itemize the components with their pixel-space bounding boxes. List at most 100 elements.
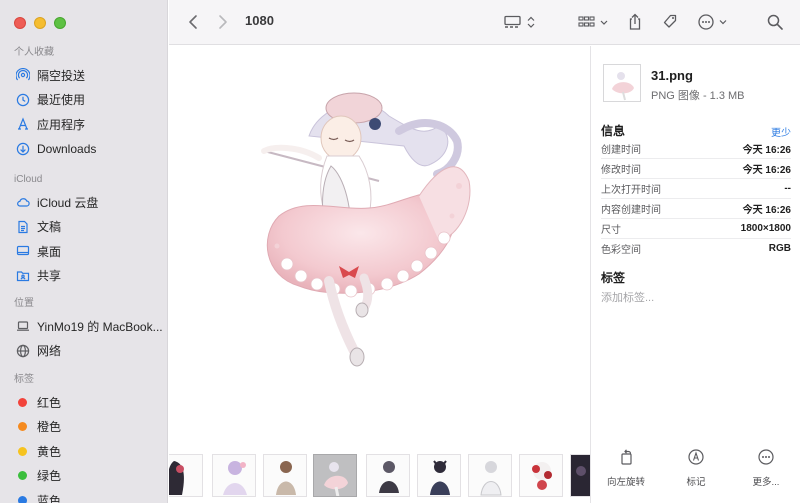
thumbnail-image <box>571 455 590 496</box>
finder-window: 个人收藏 隔空投送 最近使用 应用程序 Downloads iCloud iCl… <box>0 0 800 503</box>
image-preview[interactable] <box>169 46 590 453</box>
info-value: 今天 16:26 <box>742 164 791 176</box>
thumbnail-image <box>430 460 450 495</box>
sidebar-item-label: 蓝色 <box>37 493 62 503</box>
sidebar-item-label: 网络 <box>37 344 62 359</box>
markup-button[interactable]: 标记 <box>661 448 731 498</box>
rotate-left-button[interactable]: 向左旋转 <box>591 448 661 498</box>
show-less-link[interactable]: 更少 <box>771 124 791 139</box>
sidebar-item-label: 隔空投送 <box>37 68 86 83</box>
toolbar: 1080 <box>169 0 800 45</box>
thumbnail-image <box>169 461 184 495</box>
info-value: 今天 16:26 <box>742 144 791 156</box>
sidebar-item-label: 文稿 <box>37 220 62 235</box>
info-header: 信息 <box>601 124 626 138</box>
sidebar-tag-orange[interactable]: 橙色 <box>0 415 168 440</box>
quick-actions: 向左旋转 标记 更多... <box>591 448 800 498</box>
info-row-created: 创建时间 今天 16:26 <box>601 138 791 158</box>
sidebar-item-label: 绿色 <box>37 469 62 484</box>
sidebar-item-label: 橙色 <box>37 420 62 435</box>
sidebar-item-label: 最近使用 <box>37 93 86 108</box>
info-row-color-space: 色彩空间 RGB <box>601 238 791 258</box>
folder-title: 1080 <box>245 13 274 28</box>
sidebar-item-shared[interactable]: 共享 <box>0 264 168 289</box>
view-mode-button[interactable] <box>503 11 541 33</box>
action-label: 标记 <box>686 477 706 488</box>
back-button[interactable] <box>185 11 201 33</box>
share-button[interactable] <box>625 11 645 33</box>
shared-folder-icon <box>16 269 30 283</box>
search-icon <box>767 14 783 30</box>
sidebar-item-label: Downloads <box>37 141 97 156</box>
action-menu-button[interactable] <box>697 11 731 33</box>
info-row-content-created: 内容创建时间 今天 16:26 <box>601 198 791 218</box>
sidebar-item-label: 红色 <box>37 395 62 410</box>
zoom-window-button[interactable] <box>54 17 66 29</box>
thumbnail-image <box>532 462 552 490</box>
sidebar-item-network[interactable]: 网络 <box>0 339 168 364</box>
filmstrip-thumbnail[interactable] <box>212 454 256 497</box>
markup-icon <box>687 448 705 466</box>
sidebar-icloud: iCloud iCloud 云盘 文稿 桌面 共享 <box>0 170 168 288</box>
sidebar-locations: 位置 YinMo19 的 MacBook... 网络 <box>0 294 168 363</box>
sidebar-header-tags: 标签 <box>14 374 34 385</box>
thumbnail-image <box>480 461 502 496</box>
info-row-modified: 修改时间 今天 16:26 <box>601 158 791 178</box>
applications-icon <box>16 117 30 131</box>
sidebar-tag-green[interactable]: 绿色 <box>0 464 168 489</box>
sidebar-item-label: 应用程序 <box>37 117 86 132</box>
tag-green-dot-icon <box>18 471 27 481</box>
tag-blue-dot-icon <box>18 495 27 503</box>
cloud-icon <box>16 195 30 209</box>
sidebar-tags: 标签 红色 橙色 黄色 绿色 蓝色 <box>0 370 168 503</box>
info-key: 上次打开时间 <box>601 184 661 196</box>
ellipsis-circle-icon <box>698 14 727 30</box>
sidebar-item-applications[interactable]: 应用程序 <box>0 112 168 137</box>
sidebar-item-downloads[interactable]: Downloads <box>0 137 168 162</box>
minimize-window-button[interactable] <box>34 17 46 29</box>
sidebar-item-recents[interactable]: 最近使用 <box>0 88 168 113</box>
info-value: 今天 16:26 <box>742 204 791 216</box>
filmstrip-thumbnail[interactable] <box>263 454 307 497</box>
airdrop-icon <box>16 68 30 82</box>
sidebar: 个人收藏 隔空投送 最近使用 应用程序 Downloads iCloud iCl… <box>0 0 168 503</box>
filmstrip-thumbnail[interactable] <box>417 454 461 497</box>
group-button[interactable] <box>577 11 611 33</box>
sidebar-tag-blue[interactable]: 蓝色 <box>0 488 168 503</box>
filmstrip-thumbnail[interactable] <box>366 454 410 497</box>
info-value: 1800×1800 <box>740 222 791 234</box>
filmstrip-thumbnail[interactable] <box>468 454 512 497</box>
action-label: 向左旋转 <box>606 477 645 488</box>
add-tags-field[interactable]: 添加标签... <box>601 289 654 305</box>
tags-header: 标签 <box>601 271 626 285</box>
search-button[interactable] <box>765 11 785 33</box>
chevron-right-icon <box>219 15 227 29</box>
tag-icon <box>663 14 677 28</box>
file-thumbnail <box>603 64 641 102</box>
sidebar-item-documents[interactable]: 文稿 <box>0 215 168 240</box>
filmstrip <box>169 448 590 503</box>
filmstrip-thumbnail-selected[interactable] <box>313 454 357 497</box>
downloads-icon <box>16 142 30 156</box>
grid-icon <box>578 16 608 27</box>
thumbnail-image <box>276 461 296 495</box>
sidebar-header-locations: 位置 <box>14 298 34 309</box>
info-key: 尺寸 <box>601 224 621 236</box>
sidebar-item-label: 黄色 <box>37 444 62 459</box>
sidebar-item-desktop[interactable]: 桌面 <box>0 239 168 264</box>
info-key: 修改时间 <box>601 164 641 176</box>
sidebar-item-airdrop[interactable]: 隔空投送 <box>0 63 168 88</box>
filmstrip-thumbnail[interactable] <box>519 454 563 497</box>
rotate-left-icon <box>618 448 634 466</box>
sidebar-item-icloud-drive[interactable]: iCloud 云盘 <box>0 190 168 215</box>
forward-button[interactable] <box>215 11 231 33</box>
more-actions-button[interactable]: 更多... <box>731 448 800 498</box>
tags-button[interactable] <box>659 11 681 33</box>
thumbnail-image <box>324 462 348 496</box>
filmstrip-thumbnail[interactable] <box>570 454 590 497</box>
filmstrip-thumbnail[interactable] <box>169 454 203 497</box>
sidebar-tag-yellow[interactable]: 黄色 <box>0 439 168 464</box>
close-window-button[interactable] <box>14 17 26 29</box>
sidebar-tag-red[interactable]: 红色 <box>0 390 168 415</box>
sidebar-item-macbook[interactable]: YinMo19 的 MacBook... <box>0 314 168 339</box>
